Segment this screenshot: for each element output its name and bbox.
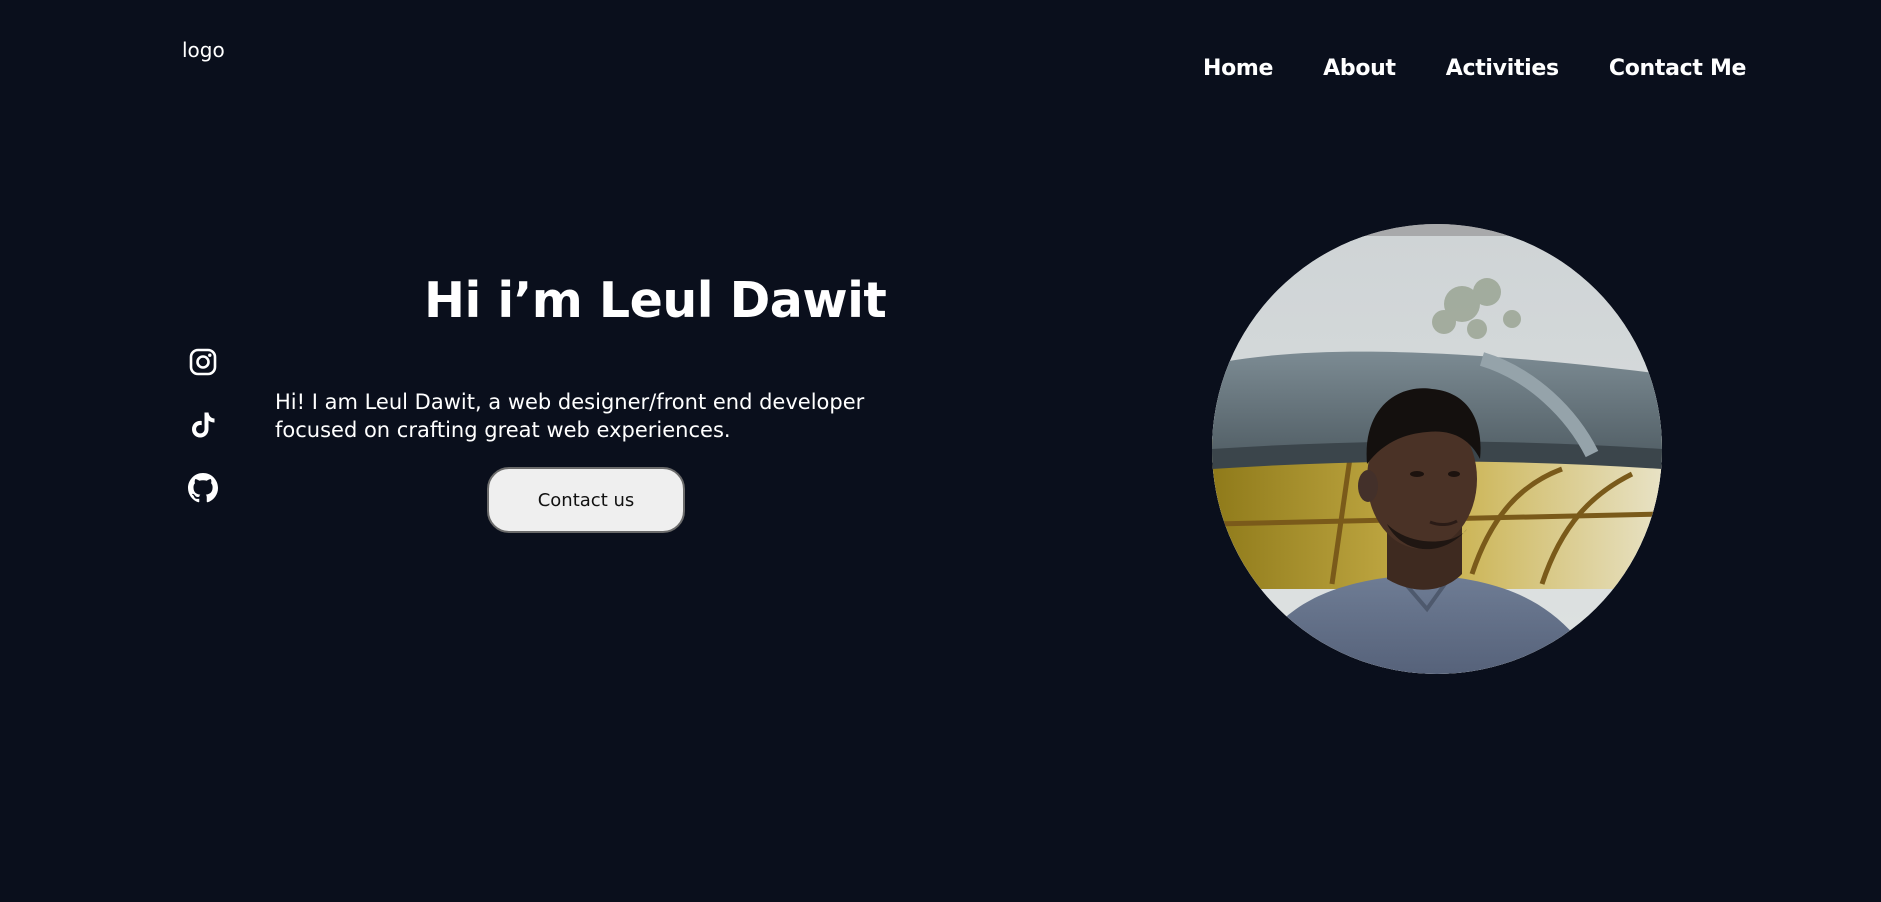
portfolio-page: logo Home About Activities Contact Me Hi… bbox=[0, 0, 1881, 902]
profile-photo-illustration bbox=[1212, 224, 1662, 674]
github-icon[interactable] bbox=[188, 473, 218, 503]
nav-home[interactable]: Home bbox=[1203, 56, 1273, 81]
nav-about[interactable]: About bbox=[1323, 56, 1396, 81]
instagram-icon[interactable] bbox=[188, 347, 218, 377]
tiktok-icon[interactable] bbox=[188, 410, 218, 440]
profile-photo bbox=[1212, 224, 1662, 674]
main-nav: Home About Activities Contact Me bbox=[1203, 56, 1746, 81]
logo[interactable]: logo bbox=[182, 38, 225, 62]
nav-activities[interactable]: Activities bbox=[1446, 56, 1559, 81]
contact-us-button[interactable]: Contact us bbox=[487, 467, 685, 533]
social-links bbox=[188, 347, 218, 503]
hero-title: Hi i’m Leul Dawit bbox=[424, 272, 887, 329]
nav-contact-me[interactable]: Contact Me bbox=[1609, 56, 1747, 81]
hero-description: Hi! I am Leul Dawit, a web designer/fron… bbox=[275, 390, 865, 442]
